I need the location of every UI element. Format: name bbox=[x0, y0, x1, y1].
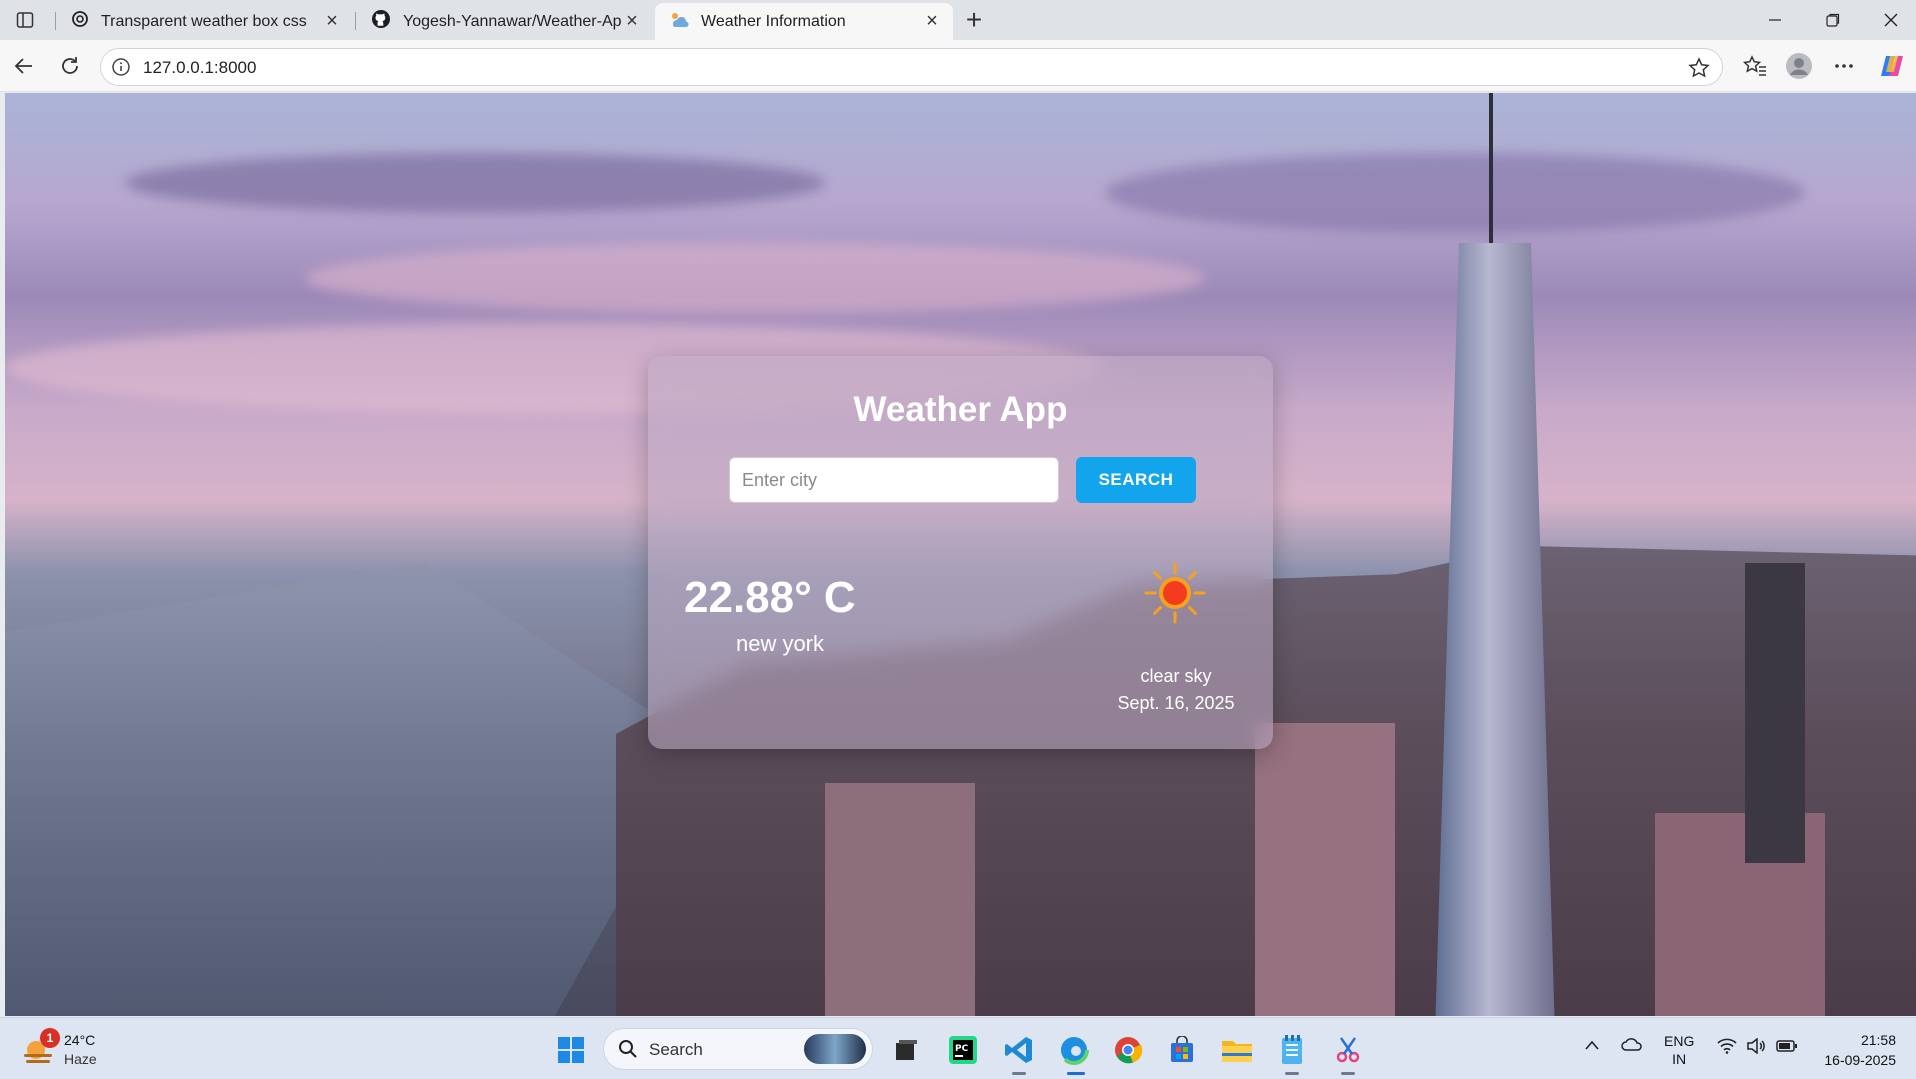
svg-text:PC: PC bbox=[955, 1044, 969, 1054]
tab-separator bbox=[55, 12, 56, 30]
weather-favicon bbox=[669, 10, 689, 33]
taskbar-search-box[interactable]: Search bbox=[603, 1028, 873, 1070]
search-icon bbox=[618, 1039, 638, 1064]
system-clock[interactable]: 21:58 16-09-2025 bbox=[1824, 1030, 1896, 1070]
refresh-icon[interactable] bbox=[52, 48, 88, 84]
tab-separator bbox=[355, 12, 356, 30]
windows-start-icon[interactable] bbox=[553, 1032, 589, 1068]
chrome-icon[interactable] bbox=[1110, 1032, 1146, 1068]
volume-icon[interactable] bbox=[1746, 1037, 1766, 1057]
close-window-icon[interactable] bbox=[1862, 0, 1916, 40]
file-explorer-icon[interactable] bbox=[1219, 1032, 1255, 1068]
tab-title: Weather Information bbox=[701, 12, 846, 30]
restore-icon[interactable] bbox=[1804, 0, 1862, 40]
sky-cloud bbox=[1105, 153, 1805, 233]
address-url[interactable]: 127.0.0.1:8000 bbox=[143, 58, 256, 78]
tower-spire bbox=[1489, 93, 1493, 253]
language-region: IN bbox=[1672, 1051, 1687, 1067]
address-bar[interactable]: 127.0.0.1:8000 bbox=[100, 48, 1723, 86]
weather-date: Sept. 16, 2025 bbox=[1117, 693, 1235, 713]
pycharm-icon[interactable]: PC bbox=[945, 1032, 981, 1068]
tab-strip: Transparent weather box css × Yogesh-Yan… bbox=[0, 0, 1916, 40]
building bbox=[1255, 723, 1395, 1016]
tab-title: Yogesh-Yannawar/Weather-App-D bbox=[403, 12, 621, 30]
sidebar-toggle-icon[interactable] bbox=[10, 6, 40, 34]
profile-avatar-icon[interactable] bbox=[1781, 48, 1817, 84]
battery-icon[interactable] bbox=[1776, 1039, 1798, 1056]
weather-temp: 24°C bbox=[64, 1032, 96, 1048]
site-info-icon[interactable] bbox=[111, 57, 131, 82]
close-icon[interactable]: × bbox=[321, 10, 343, 33]
search-highlight-image bbox=[804, 1034, 866, 1064]
close-icon[interactable]: × bbox=[921, 10, 943, 33]
browser-toolbar: 127.0.0.1:8000 bbox=[0, 40, 1916, 92]
snipping-tool-icon[interactable] bbox=[1330, 1032, 1366, 1068]
app-title: Weather App bbox=[853, 390, 1068, 429]
wifi-icon[interactable] bbox=[1717, 1038, 1737, 1057]
favorites-icon[interactable] bbox=[1737, 48, 1773, 84]
active-indicator bbox=[1067, 1072, 1085, 1075]
tab-transparent-weather-box[interactable]: Transparent weather box css × bbox=[57, 3, 353, 40]
running-indicator bbox=[1285, 1072, 1299, 1075]
onedrive-cloud-icon[interactable] bbox=[1620, 1036, 1644, 1055]
task-view-icon[interactable] bbox=[888, 1032, 924, 1068]
more-menu-icon[interactable] bbox=[1826, 48, 1862, 84]
page-background: Weather App SEARCH 22.88° C new york cle… bbox=[5, 93, 1916, 1016]
running-indicator bbox=[1012, 1072, 1026, 1075]
edge-icon[interactable] bbox=[1056, 1032, 1092, 1068]
weather-card: Weather App SEARCH 22.88° C new york cle… bbox=[648, 356, 1273, 749]
city-input[interactable] bbox=[729, 457, 1059, 503]
new-tab-button[interactable]: + bbox=[958, 4, 990, 36]
tab-github-weather-app[interactable]: Yogesh-Yannawar/Weather-App-D × bbox=[357, 3, 653, 40]
back-icon[interactable] bbox=[6, 48, 42, 84]
sun-icon bbox=[1143, 561, 1207, 625]
openai-icon bbox=[71, 10, 89, 33]
sky-cloud bbox=[125, 153, 825, 213]
one-world-trade-tower bbox=[1435, 243, 1555, 1016]
running-indicator bbox=[1341, 1072, 1355, 1075]
search-button[interactable]: SEARCH bbox=[1076, 457, 1196, 503]
clock-time: 21:58 bbox=[1860, 1032, 1896, 1048]
favorite-star-icon[interactable] bbox=[1688, 57, 1710, 84]
github-icon bbox=[371, 9, 391, 34]
vscode-icon[interactable] bbox=[1001, 1032, 1037, 1068]
river-water bbox=[5, 563, 705, 1016]
close-icon[interactable]: × bbox=[621, 10, 643, 33]
search-label: Search bbox=[649, 1040, 703, 1059]
minimize-icon[interactable] bbox=[1746, 0, 1804, 40]
weather-condition: Haze bbox=[64, 1051, 97, 1067]
tab-title: Transparent weather box css bbox=[101, 12, 307, 30]
building bbox=[825, 783, 975, 1016]
temperature: 22.88° C bbox=[684, 573, 856, 622]
show-hidden-icons-chevron-icon[interactable] bbox=[1584, 1038, 1600, 1054]
language-code: ENG bbox=[1664, 1033, 1695, 1049]
language-indicator[interactable]: ENG IN bbox=[1664, 1032, 1694, 1068]
store-icon[interactable] bbox=[1164, 1032, 1200, 1068]
sky-cloud bbox=[305, 243, 1205, 313]
notepad-icon[interactable] bbox=[1274, 1032, 1310, 1068]
notification-badge: 1 bbox=[40, 1028, 60, 1048]
clock-date: 16-09-2025 bbox=[1824, 1052, 1896, 1068]
copilot-icon[interactable] bbox=[1874, 48, 1910, 84]
weather-widget[interactable]: 1 24°C Haze bbox=[22, 1028, 142, 1070]
taskbar: 1 24°C Haze Search PC ENG IN 21:58 16-09… bbox=[0, 1017, 1916, 1079]
city-name: new york bbox=[735, 631, 825, 656]
building bbox=[1745, 563, 1805, 863]
weather-description: clear sky bbox=[1140, 666, 1212, 686]
tab-weather-information[interactable]: Weather Information × bbox=[655, 3, 953, 40]
